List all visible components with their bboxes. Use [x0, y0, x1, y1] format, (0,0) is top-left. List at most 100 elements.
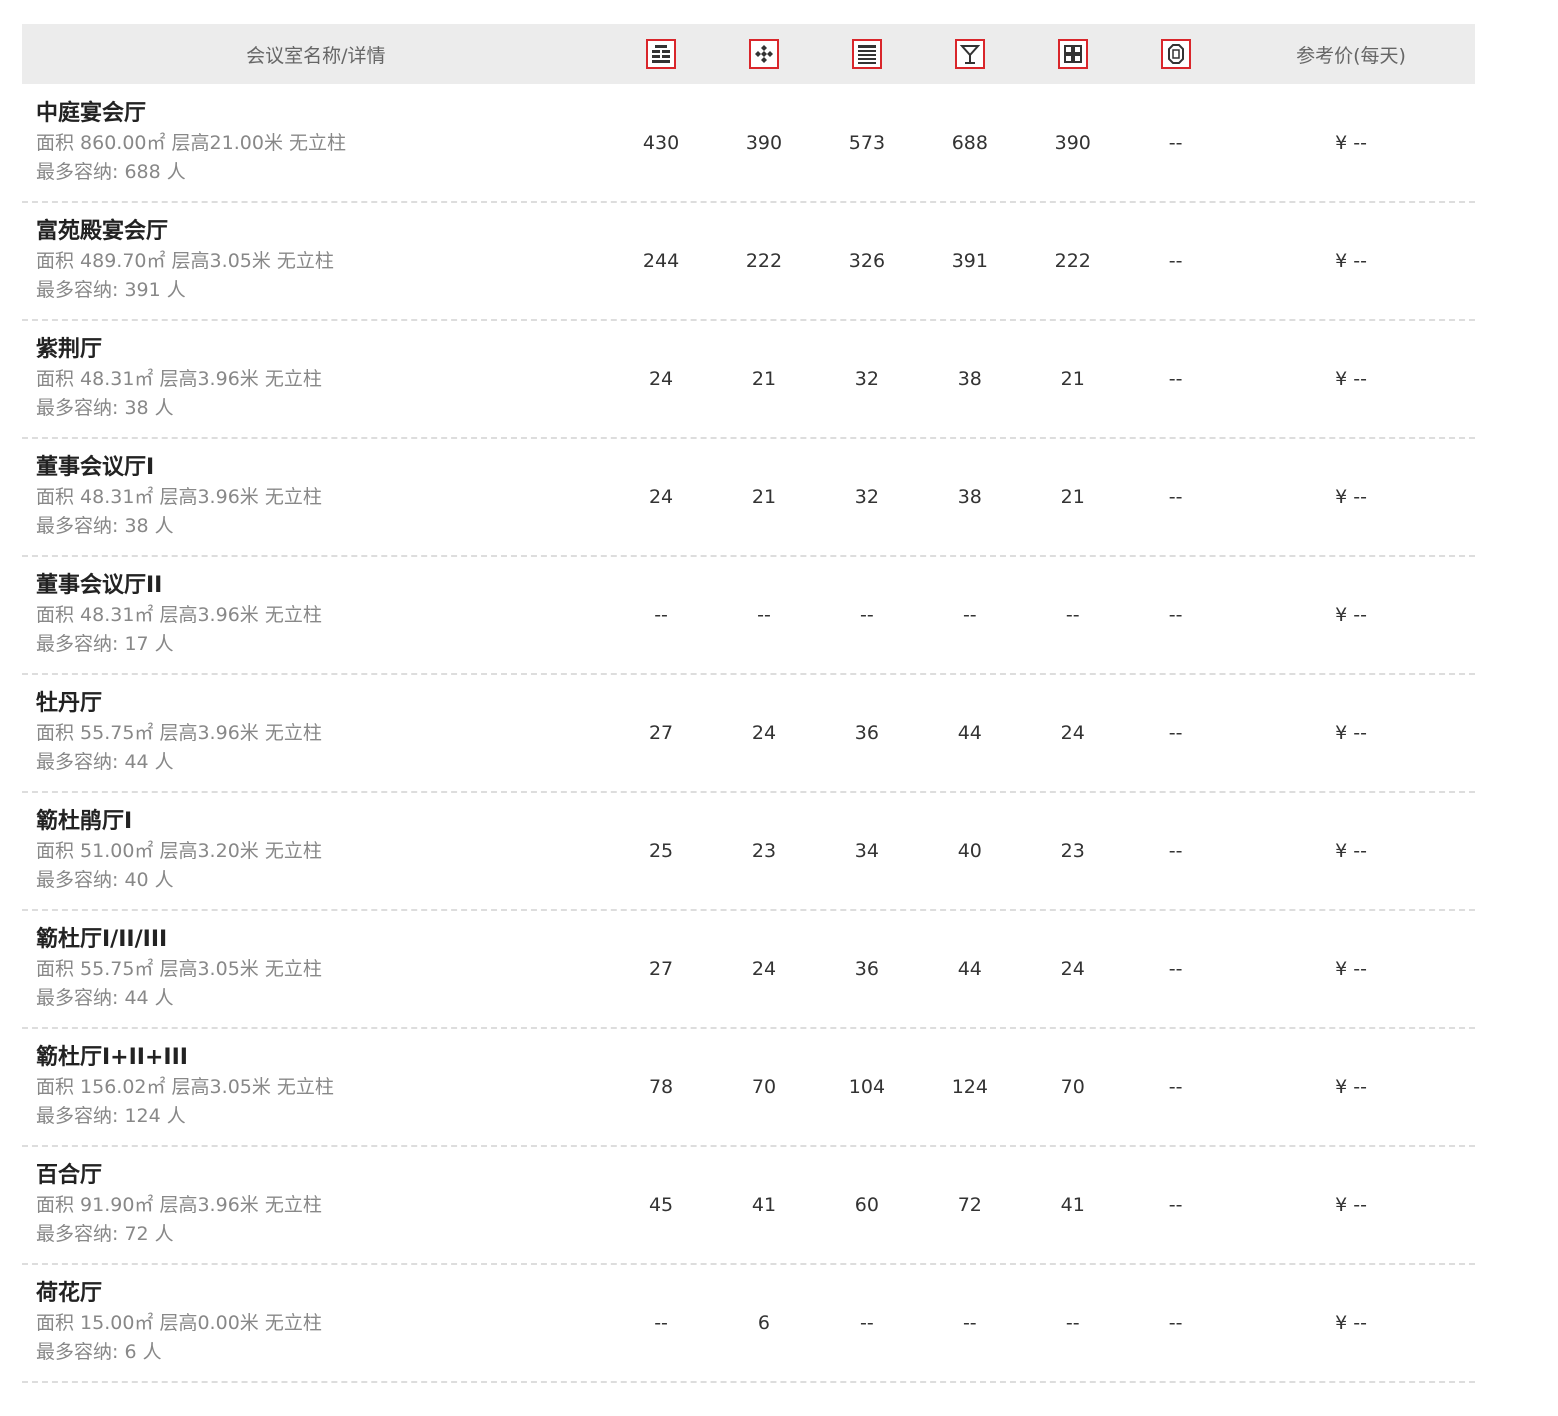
header-theater-col	[610, 39, 713, 69]
capacity-banquet: 21	[751, 368, 777, 390]
capacity-classroom: --	[860, 1312, 874, 1334]
room-capacity: 最多容纳: 391 人	[36, 279, 186, 301]
room-detail: 面积 860.00㎡ 层高21.00米 无立柱	[36, 131, 346, 154]
capacity-classroom: 573	[848, 131, 886, 154]
room-info: 董事会议厅I 面积 48.31㎡ 层高3.96米 无立柱 最多容纳: 38 人	[22, 453, 610, 541]
capacity-island: 21	[1060, 368, 1085, 390]
room-name[interactable]: 荷花厅	[36, 1279, 610, 1309]
room-capacity: 最多容纳: 124 人	[36, 1105, 186, 1127]
table-row[interactable]: 董事会议厅II 面积 48.31㎡ 层高3.96米 无立柱 最多容纳: 17 人 --…	[22, 557, 1475, 675]
room-detail: 面积 51.00㎡ 层高3.20米 无立柱	[36, 840, 322, 862]
room-capacity: 最多容纳: 17 人	[36, 633, 174, 655]
island-layout-icon[interactable]	[1057, 39, 1088, 69]
capacity-theater: --	[654, 604, 668, 626]
table-row[interactable]: 簕杜厅I+II+III 面积 156.02㎡ 层高3.05米 无立柱 最多容纳: 1…	[22, 1029, 1475, 1147]
capacity-boardroom: --	[1168, 604, 1183, 626]
capacity-classroom: 36	[854, 722, 879, 744]
price-per-day: ¥ --	[1335, 1312, 1367, 1334]
room-name[interactable]: 富苑殿宴会厅	[36, 217, 610, 247]
table-row[interactable]: 牡丹厅 面积 55.75㎡ 层高3.96米 无立柱 最多容纳: 44 人 27 24 36…	[22, 675, 1475, 793]
room-name[interactable]: 簕杜厅I/II/III	[36, 925, 610, 955]
room-info: 百合厅 面积 91.90㎡ 层高3.96米 无立柱 最多容纳: 72 人	[22, 1161, 610, 1249]
room-name[interactable]: 紫荆厅	[36, 335, 610, 365]
capacity-island: --	[1065, 1312, 1080, 1334]
capacity-classroom: 104	[848, 1076, 886, 1098]
capacity-cocktail: 124	[951, 1076, 988, 1098]
capacity-boardroom: --	[1168, 250, 1183, 272]
capacity-boardroom: --	[1168, 1076, 1183, 1098]
room-detail: 面积 156.02㎡ 层高3.05米 无立柱	[36, 1076, 334, 1098]
table-row[interactable]: 荷花厅面积 15.00㎡ 层高0.00米 无立柱 最多容纳: 6 人 -- 6 -- --…	[22, 1265, 1475, 1383]
room-name[interactable]: 中庭宴会厅	[36, 99, 610, 129]
capacity-boardroom: --	[1168, 840, 1183, 862]
room-detail: 面积 15.00㎡ 层高0.00米 无立柱	[36, 1312, 322, 1334]
table-row[interactable]: 簕杜鹃厅I 面积 51.00㎡ 层高3.20米 无立柱 最多容纳: 40 人 25 23…	[22, 793, 1475, 911]
capacity-island: --	[1065, 604, 1080, 626]
table-row[interactable]: 中庭宴会厅 面积 860.00㎡ 层高21.00米 无立柱 最多容纳: 688 人 4…	[22, 84, 1475, 203]
header-boardroom-col	[1124, 39, 1227, 69]
table-row[interactable]: 董事会议厅I 面积 48.31㎡ 层高3.96米 无立柱 最多容纳: 38 人 24 2…	[22, 439, 1475, 557]
table-row[interactable]: 簕杜厅I/II/III 面积 55.75㎡ 层高3.05米 无立柱 最多容纳: 44…	[22, 911, 1475, 1029]
capacity-island: 390	[1054, 131, 1091, 154]
capacity-cocktail: 44	[957, 722, 982, 744]
capacity-classroom: 36	[854, 958, 879, 980]
room-name[interactable]: 百合厅	[36, 1161, 610, 1191]
capacity-island: 41	[1060, 1194, 1085, 1216]
price-per-day: ¥ --	[1335, 131, 1367, 154]
room-detail: 面积 55.75㎡ 层高3.05米 无立柱	[36, 958, 322, 980]
capacity-theater: 45	[648, 1194, 674, 1216]
room-capacity: 最多容纳: 38 人	[36, 515, 174, 537]
capacity-classroom: --	[860, 604, 874, 626]
room-name[interactable]: 董事会议厅I	[36, 453, 610, 483]
table-row[interactable]: 富苑殿宴会厅 面积 489.70㎡ 层高3.05米 无立柱 最多容纳: 391 人 2…	[22, 203, 1475, 321]
boardroom-layout-icon[interactable]	[1160, 39, 1191, 69]
room-info: 富苑殿宴会厅 面积 489.70㎡ 层高3.05米 无立柱 最多容纳: 391 人	[22, 217, 610, 305]
price-per-day: ¥ --	[1335, 486, 1367, 508]
banquet-layout-icon[interactable]	[748, 39, 779, 69]
header-banquet-col	[713, 39, 816, 69]
room-info: 紫荆厅 面积 48.31㎡ 层高3.96米 无立柱 最多容纳: 38 人	[22, 335, 610, 423]
capacity-classroom: 326	[848, 250, 886, 272]
table-row[interactable]: 百合厅 面积 91.90㎡ 层高3.96米 无立柱 最多容纳: 72 人 45 41 60…	[22, 1147, 1475, 1265]
classroom-layout-icon[interactable]	[851, 39, 882, 69]
capacity-banquet: 70	[751, 1076, 777, 1098]
capacity-banquet: 23	[751, 840, 777, 862]
room-info: 荷花厅面积 15.00㎡ 层高0.00米 无立柱 最多容纳: 6 人	[22, 1279, 610, 1367]
theater-layout-icon[interactable]	[646, 39, 677, 69]
room-detail: 面积 48.31㎡ 层高3.96米 无立柱	[36, 368, 322, 390]
header-name-label: 会议室名称/详情	[246, 44, 386, 67]
room-detail: 面积 55.75㎡ 层高3.96米 无立柱	[36, 722, 322, 744]
table-row[interactable]: 紫荆厅 面积 48.31㎡ 层高3.96米 无立柱 最多容纳: 38 人 24 21 32…	[22, 321, 1475, 439]
header-island-col	[1021, 39, 1124, 69]
room-detail: 面积 48.31㎡ 层高3.96米 无立柱	[36, 604, 322, 626]
room-info: 簕杜厅I+II+III 面积 156.02㎡ 层高3.05米 无立柱 最多容纳: 1…	[22, 1043, 610, 1131]
capacity-theater: --	[654, 1312, 668, 1334]
room-name[interactable]: 簕杜鹃厅I	[36, 807, 610, 837]
price-per-day: ¥ --	[1335, 958, 1367, 980]
capacity-boardroom: --	[1168, 1194, 1183, 1216]
room-name[interactable]: 牡丹厅	[36, 689, 610, 719]
capacity-island: 21	[1060, 486, 1085, 508]
room-capacity: 最多容纳: 6 人	[36, 1341, 162, 1363]
capacity-boardroom: --	[1168, 368, 1183, 390]
capacity-classroom: 60	[854, 1194, 879, 1216]
capacity-banquet: 21	[751, 486, 777, 508]
capacity-boardroom: --	[1168, 131, 1183, 154]
capacity-banquet: 390	[745, 131, 783, 154]
capacity-classroom: 34	[854, 840, 879, 862]
room-info: 董事会议厅II 面积 48.31㎡ 层高3.96米 无立柱 最多容纳: 17 人	[22, 571, 610, 659]
room-capacity: 最多容纳: 688 人	[36, 160, 186, 183]
capacity-island: 23	[1060, 840, 1085, 862]
capacity-theater: 27	[648, 722, 674, 744]
price-per-day: ¥ --	[1335, 250, 1367, 272]
room-rows: 中庭宴会厅 面积 860.00㎡ 层高21.00米 无立柱 最多容纳: 688 人 4…	[22, 84, 1475, 1383]
capacity-banquet: 24	[751, 958, 777, 980]
capacity-classroom: 32	[854, 486, 879, 508]
cocktail-layout-icon[interactable]	[954, 39, 985, 69]
capacity-cocktail: 391	[951, 250, 988, 272]
room-detail: 面积 48.31㎡ 层高3.96米 无立柱	[36, 486, 322, 508]
capacity-banquet: 6	[757, 1312, 771, 1334]
room-name[interactable]: 董事会议厅II	[36, 571, 610, 601]
room-name[interactable]: 簕杜厅I+II+III	[36, 1043, 610, 1073]
room-capacity: 最多容纳: 72 人	[36, 1223, 174, 1245]
